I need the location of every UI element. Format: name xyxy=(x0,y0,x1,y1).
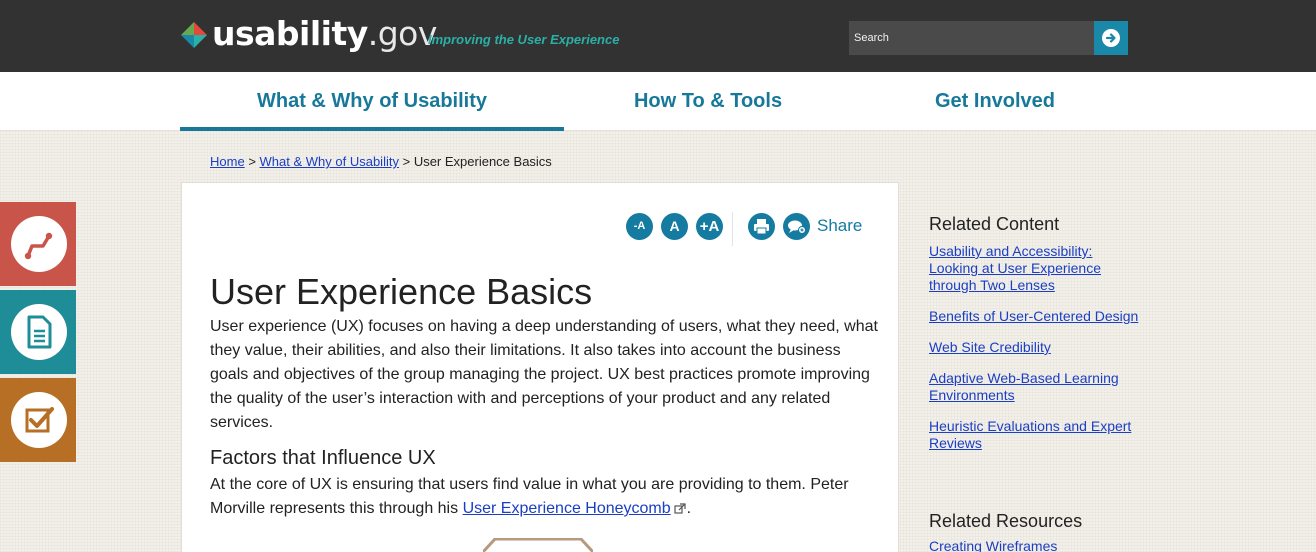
document-icon xyxy=(27,315,52,349)
logo-name: usability xyxy=(212,14,368,53)
breadcrumb-separator: > xyxy=(248,154,256,169)
resource-link-wireframes[interactable]: Creating Wireframes xyxy=(929,538,1149,552)
external-link-icon xyxy=(674,503,686,514)
print-icon xyxy=(754,219,769,235)
nav-tab-what-why[interactable]: What & Why of Usability xyxy=(180,72,564,131)
toolbar-divider xyxy=(732,212,733,246)
related-link-usability-accessibility[interactable]: Usability and Accessibility: Looking at … xyxy=(929,243,1119,294)
nav-tab-get-involved[interactable]: Get Involved xyxy=(880,72,1110,131)
site-header: usability.gov Improving the User Experie… xyxy=(0,0,1316,72)
breadcrumb-current: User Experience Basics xyxy=(413,154,552,169)
print-button[interactable] xyxy=(748,213,775,240)
share-button[interactable] xyxy=(783,213,810,240)
related-content-heading: Related Content xyxy=(929,214,1060,234)
route-icon xyxy=(24,232,53,260)
related-link-adaptive-learning[interactable]: Adaptive Web-Based Learning Environments xyxy=(929,370,1129,404)
search-input[interactable] xyxy=(849,21,1095,55)
intro-paragraph: User experience (UX) focuses on having a… xyxy=(210,318,878,431)
section-text-end: . xyxy=(686,500,692,517)
tile-circle xyxy=(11,216,67,272)
tile-circle xyxy=(11,392,67,448)
site-logo[interactable]: usability.gov xyxy=(212,14,437,53)
decrease-text-button[interactable]: -A xyxy=(626,213,653,240)
arrow-right-icon xyxy=(1102,29,1120,47)
side-tile-document[interactable] xyxy=(0,290,76,374)
related-link-heuristic-evaluations[interactable]: Heuristic Evaluations and Expert Reviews xyxy=(929,418,1144,452)
search-submit-button[interactable] xyxy=(1094,21,1128,55)
share-icon xyxy=(788,220,806,234)
related-link-credibility[interactable]: Web Site Credibility xyxy=(929,339,1149,356)
breadcrumb-separator: > xyxy=(402,154,411,169)
section-paragraph: At the core of UX is ensuring that users… xyxy=(210,473,880,521)
logo-tld: .gov xyxy=(367,14,438,53)
tile-circle xyxy=(11,304,67,360)
nav-tab-how-to-tools[interactable]: How To & Tools xyxy=(588,72,828,131)
checklist-icon xyxy=(25,407,54,433)
reset-text-button[interactable]: A xyxy=(661,213,688,240)
share-label[interactable]: Share xyxy=(817,216,862,236)
related-resources-heading: Related Resources xyxy=(929,511,1083,531)
section-heading: Factors that Influence UX xyxy=(210,447,436,469)
honeycomb-image xyxy=(483,538,593,552)
breadcrumb-home-link[interactable]: Home xyxy=(210,154,245,169)
logo-diamond-icon[interactable] xyxy=(181,22,207,48)
page-title: User Experience Basics xyxy=(210,271,593,312)
breadcrumb: Home > What & Why of Usability > User Ex… xyxy=(210,154,552,169)
site-tagline: Improving the User Experience xyxy=(428,32,620,47)
side-tile-checklist[interactable] xyxy=(0,378,76,462)
breadcrumb-section-link[interactable]: What & Why of Usability xyxy=(260,154,399,169)
main-nav: What & Why of Usability How To & Tools G… xyxy=(0,72,1316,131)
honeycomb-link[interactable]: User Experience Honeycomb xyxy=(463,500,671,517)
related-link-benefits-ucd[interactable]: Benefits of User-Centered Design xyxy=(929,308,1149,325)
increase-text-button[interactable]: +A xyxy=(696,213,723,240)
side-tile-route[interactable] xyxy=(0,202,76,286)
